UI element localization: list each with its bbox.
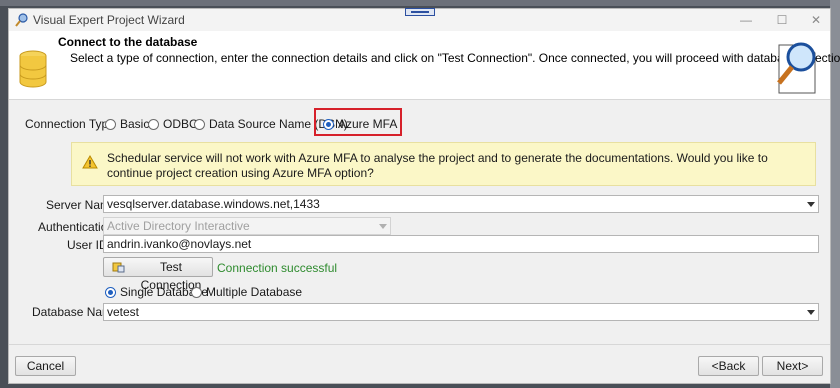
background-strip bbox=[0, 0, 840, 6]
radio-circle bbox=[148, 118, 159, 130]
app-icon bbox=[15, 13, 28, 27]
server-name-value: vesqlserver.database.windows.net,1433 bbox=[107, 197, 320, 211]
chevron-down-icon[interactable] bbox=[807, 202, 815, 207]
database-icon bbox=[19, 50, 47, 88]
radio-basic[interactable]: Basic bbox=[105, 117, 149, 131]
back-button[interactable]: <Back bbox=[698, 356, 759, 376]
connection-status: Connection successful bbox=[217, 261, 338, 275]
connection-icon bbox=[112, 262, 125, 273]
radio-basic-label: Basic bbox=[120, 117, 150, 131]
user-id-input[interactable]: andrin.ivanko@novlays.net bbox=[103, 235, 819, 253]
radio-multiple-database[interactable]: Multiple Database bbox=[191, 285, 302, 299]
database-name-value: vetest bbox=[107, 305, 140, 319]
chevron-down-icon[interactable] bbox=[807, 310, 815, 315]
warning-banner: Schedular service will not work with Azu… bbox=[71, 142, 816, 186]
radio-odbc-label: ODBC bbox=[163, 117, 198, 131]
user-id-label: User ID bbox=[67, 238, 108, 252]
wizard-window: Visual Expert Project Wizard — ☐ ✕ Conne… bbox=[8, 8, 840, 384]
highlight-box bbox=[314, 108, 402, 136]
drag-handle[interactable] bbox=[405, 8, 435, 16]
close-button[interactable]: ✕ bbox=[805, 12, 827, 28]
test-connection-button[interactable]: Test Connection bbox=[103, 257, 213, 292]
database-name-select[interactable]: vetest bbox=[103, 303, 819, 321]
next-button[interactable]: Next> bbox=[762, 356, 823, 376]
radio-circle bbox=[191, 286, 202, 298]
connection-type-label: Connection Type bbox=[25, 117, 115, 131]
footer-divider bbox=[9, 344, 830, 345]
warning-icon bbox=[82, 155, 98, 169]
wizard-header: Connect to the database Select a type of… bbox=[9, 31, 840, 100]
chevron-down-icon[interactable] bbox=[379, 224, 387, 229]
server-name-input[interactable]: vesqlserver.database.windows.net,1433 bbox=[103, 195, 819, 213]
cancel-button[interactable]: Cancel bbox=[15, 356, 76, 376]
radio-circle bbox=[194, 118, 205, 130]
minimize-button[interactable]: — bbox=[735, 12, 757, 28]
warning-text: Schedular service will not work with Azu… bbox=[107, 151, 768, 180]
radio-circle-selected bbox=[105, 286, 116, 298]
radio-circle bbox=[105, 118, 116, 130]
window-title: Visual Expert Project Wizard bbox=[33, 13, 185, 27]
radio-multiple-database-label: Multiple Database bbox=[206, 285, 303, 299]
authentication-select[interactable]: Active Directory Interactive bbox=[103, 217, 391, 235]
user-id-value: andrin.ivanko@novlays.net bbox=[107, 237, 252, 251]
header-title: Connect to the database bbox=[58, 35, 198, 49]
magnifier-icon bbox=[777, 42, 816, 94]
header-description: Select a type of connection, enter the c… bbox=[70, 51, 840, 65]
authentication-value: Active Directory Interactive bbox=[107, 219, 250, 233]
radio-odbc[interactable]: ODBC bbox=[148, 117, 198, 131]
maximize-button[interactable]: ☐ bbox=[771, 12, 793, 28]
